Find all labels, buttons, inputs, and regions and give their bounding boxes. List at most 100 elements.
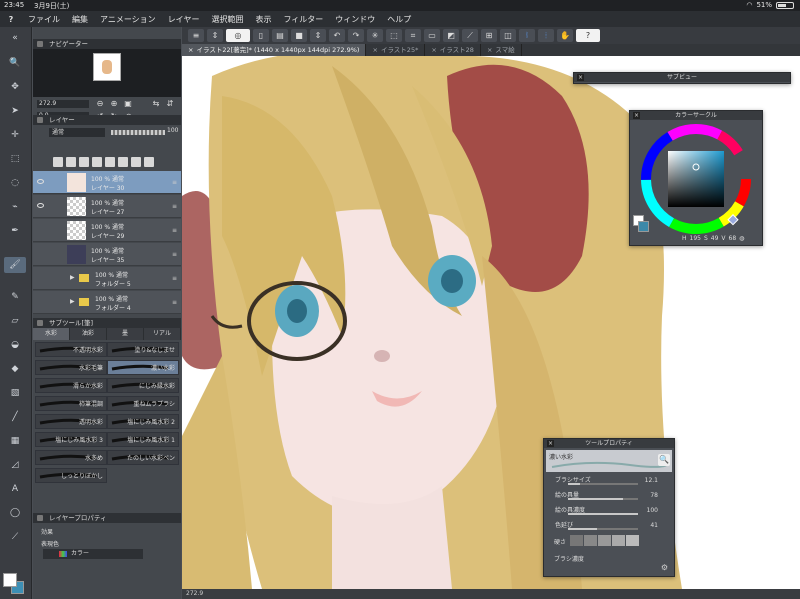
navigator-preview[interactable] <box>33 49 181 97</box>
tool-property-header[interactable]: × ツールプロパティ <box>544 439 674 448</box>
brush-item[interactable]: 水多め <box>35 450 107 465</box>
eyedropper-icon[interactable]: ⌁ <box>4 199 26 215</box>
brush-item[interactable]: しっとりぼかし <box>35 468 107 483</box>
brush-item[interactable]: 塩にじみ風水彩 1 <box>107 432 179 447</box>
menu-animation[interactable]: アニメーション <box>94 14 162 25</box>
menu-layer[interactable]: レイヤー <box>162 14 206 25</box>
app-logo-icon[interactable]: ? <box>0 15 22 24</box>
loading-icon[interactable]: ✳ <box>367 29 383 42</box>
tab-watercolor[interactable]: 水彩 <box>33 328 70 340</box>
tab-ink[interactable]: 墨 <box>107 328 144 340</box>
clip-icon[interactable] <box>92 157 102 167</box>
zoom-value[interactable]: 272.9 <box>37 100 89 108</box>
clear-icon[interactable]: ▭ <box>424 29 440 42</box>
close-icon[interactable]: × <box>633 112 640 119</box>
layer-menu-icon[interactable]: ≡ <box>172 227 177 234</box>
merge-icon[interactable] <box>131 157 141 167</box>
layer-property-header[interactable]: レイヤープロパティ <box>33 513 181 523</box>
tab-close-icon[interactable]: × <box>372 44 377 56</box>
snap-perspective-icon[interactable]: ⦙ <box>538 29 554 42</box>
pen-icon[interactable]: ✒ <box>4 223 26 239</box>
ruler-icon[interactable]: ◿ <box>4 457 26 473</box>
menu-view[interactable]: 表示 <box>249 14 277 25</box>
layer-menu-icon[interactable]: ≡ <box>172 179 177 186</box>
new-vector-icon[interactable] <box>66 157 76 167</box>
canvas-zoom[interactable]: 272.9 <box>186 590 203 597</box>
undo-icon[interactable]: ↶ <box>329 29 345 42</box>
subview-header[interactable]: × サブビュー <box>574 73 790 82</box>
zoom-tool-icon[interactable]: 🔍 <box>4 55 26 71</box>
gradient-icon[interactable]: ▧ <box>4 385 26 401</box>
snap-line-icon[interactable]: ⦚ <box>519 29 535 42</box>
color-wheel[interactable] <box>630 121 762 235</box>
layer-row[interactable]: 100 % 通常 レイヤー 30 ≡ <box>33 171 181 194</box>
lasso-icon[interactable]: ◌ <box>4 175 26 191</box>
correct-line-icon[interactable]: ⟋ <box>4 529 26 545</box>
menu-filter[interactable]: フィルター <box>277 14 329 25</box>
brush-item[interactable]: 透明水彩 <box>35 414 107 429</box>
transform-icon[interactable]: ⌗ <box>405 29 421 42</box>
operation-tool-icon[interactable]: ➤ <box>4 103 26 119</box>
save-icon[interactable]: ■ <box>291 29 307 42</box>
color-stretch-row[interactable]: 色延び 41 <box>546 520 664 531</box>
paint-density-row[interactable]: 絵の具濃度 100 <box>546 505 664 516</box>
brush-item[interactable]: にじみ縁水彩 <box>107 378 179 393</box>
move-tool-icon[interactable]: ✥ <box>4 79 26 95</box>
deselect-icon[interactable]: ⬚ <box>386 29 402 42</box>
tab-oil[interactable]: 油彩 <box>70 328 107 340</box>
snap-grid-icon[interactable]: ⊞ <box>481 29 497 42</box>
airbrush-icon[interactable]: ✎ <box>4 289 26 305</box>
eye-icon[interactable] <box>37 179 44 184</box>
new-folder-icon[interactable] <box>79 157 89 167</box>
close-icon[interactable]: × <box>577 74 584 81</box>
text-tool-icon[interactable]: A <box>4 481 26 497</box>
tab-real[interactable]: リアル <box>144 328 181 340</box>
tab-close-icon[interactable]: × <box>487 44 492 56</box>
layer-header[interactable]: レイヤー <box>33 115 181 125</box>
color-mode-icon[interactable]: ◍ <box>739 235 744 242</box>
hardness-steps[interactable] <box>570 535 639 546</box>
fill-tool-icon[interactable]: ◆ <box>4 361 26 377</box>
snap-ruler-icon[interactable]: ⟋ <box>462 29 478 42</box>
collapse-icon[interactable]: « <box>4 30 26 46</box>
open-icon[interactable]: ▤ <box>272 29 288 42</box>
brush-item[interactable]: 塩にじみ風水彩 2 <box>107 414 179 429</box>
tool-detail-icon[interactable]: 🔍 <box>658 454 670 466</box>
tab-illust28[interactable]: × イラスト28 <box>425 44 481 56</box>
brush-tool-icon[interactable]: 🖌 <box>4 257 26 273</box>
zoom-in-icon[interactable]: ⊕ <box>109 99 119 109</box>
settings-icon[interactable]: ⚙ <box>661 563 668 572</box>
paint-amount-row[interactable]: 絵の具量 78 <box>546 490 664 501</box>
layer-menu-icon[interactable]: ≡ <box>172 251 177 258</box>
delete-layer-icon[interactable] <box>144 157 154 167</box>
tab-illust25[interactable]: × イラスト25* <box>366 44 426 56</box>
subtool-header[interactable]: サブツール[筆] <box>33 318 181 328</box>
menu-file[interactable]: ファイル <box>22 14 66 25</box>
save-options-icon[interactable]: ⇕ <box>310 29 326 42</box>
brush-item[interactable]: 不透明水彩 <box>35 342 107 357</box>
brush-item-selected[interactable]: 濃い水彩 <box>107 360 179 375</box>
menu-help[interactable]: ヘルプ <box>381 14 417 25</box>
brush-size-row[interactable]: ブラシサイズ 12.1 <box>546 475 664 486</box>
redo-icon[interactable]: ↷ <box>348 29 364 42</box>
menu-window[interactable]: ウィンドウ <box>329 14 381 25</box>
eye-icon[interactable] <box>37 203 44 208</box>
folder-row[interactable]: ▶ 100 % 通常 フォルダー 5 ≡ <box>33 267 181 290</box>
color-circle-header[interactable]: × カラーサークル <box>630 111 762 120</box>
menu-edit[interactable]: 編集 <box>66 14 94 25</box>
blend-tool-icon[interactable]: ◒ <box>4 337 26 353</box>
layer-row[interactable]: 100 % 通常 レイヤー 29 ≡ <box>33 219 181 242</box>
opacity-slider[interactable] <box>111 130 165 135</box>
new-file-icon[interactable]: ▯ <box>253 29 269 42</box>
eraser-icon[interactable]: ▱ <box>4 313 26 329</box>
mask-icon[interactable] <box>118 157 128 167</box>
brush-item[interactable]: 重ねムラブラシ <box>107 396 179 411</box>
navigator-header[interactable]: ナビゲーター <box>33 39 181 49</box>
blend-mode-select[interactable]: 通常 <box>49 128 105 137</box>
figure-icon[interactable]: ╱ <box>4 409 26 425</box>
layer-menu-icon[interactable]: ≡ <box>172 275 177 282</box>
main-menu-icon[interactable]: ≡ <box>188 29 204 42</box>
sub-color-chip[interactable] <box>638 221 649 232</box>
tab-sumae[interactable]: × スマ絵 <box>481 44 522 56</box>
menu-selection[interactable]: 選択範囲 <box>205 14 249 25</box>
